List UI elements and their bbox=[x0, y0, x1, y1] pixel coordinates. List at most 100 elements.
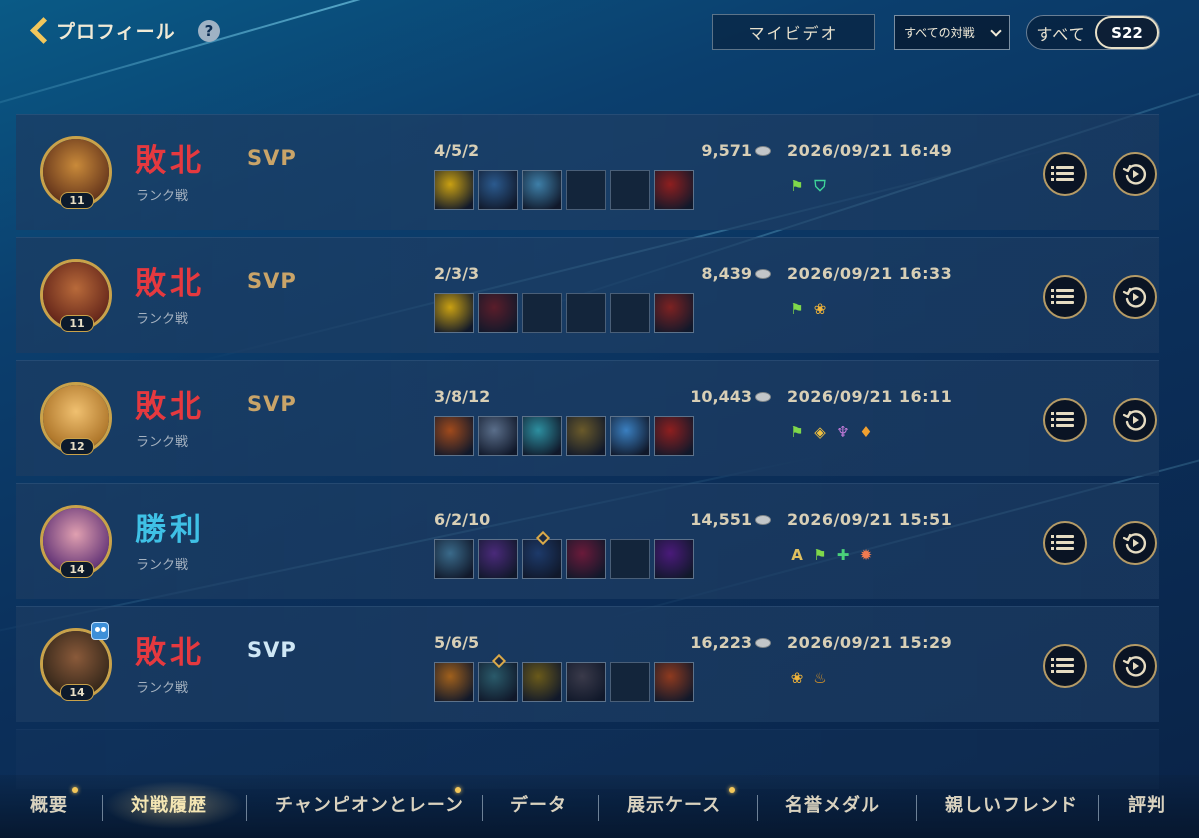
replay-button[interactable] bbox=[1113, 152, 1157, 196]
match-filter-value: すべての対戦 bbox=[904, 26, 975, 40]
item-icon bbox=[478, 416, 518, 456]
gold-icon bbox=[755, 391, 771, 402]
item-build bbox=[434, 170, 694, 210]
match-date: 2026/09/21 bbox=[787, 264, 893, 283]
champion-level: 11 bbox=[60, 315, 94, 332]
heal-icon: ✚ bbox=[836, 546, 850, 564]
match-detail-button[interactable] bbox=[1043, 521, 1087, 565]
match-datetime: 2026/09/21 16:33 bbox=[787, 264, 952, 283]
match-detail-button[interactable] bbox=[1043, 275, 1087, 319]
match-mode: ランク戦 bbox=[136, 189, 189, 204]
kda: 2/3/3 bbox=[434, 264, 480, 283]
match-mode: ランク戦 bbox=[136, 558, 189, 573]
tab-close-friends[interactable]: 親しいフレンド bbox=[945, 791, 1078, 817]
item-icon bbox=[654, 416, 694, 456]
item-icon bbox=[478, 170, 518, 210]
nav-divider bbox=[102, 795, 103, 821]
match-row[interactable]: 12 敗北 ランク戦 SVP 3/8/12 10,443 2026/09/21 16:11 ⚑… bbox=[16, 360, 1159, 476]
season-current-option[interactable]: S22 bbox=[1095, 16, 1159, 49]
item-icon bbox=[434, 293, 474, 333]
champion-level: 14 bbox=[60, 684, 94, 701]
item-icon bbox=[434, 539, 474, 579]
match-detail-button[interactable] bbox=[1043, 644, 1087, 688]
gold-icon bbox=[755, 514, 771, 525]
match-datetime: 2026/09/21 16:11 bbox=[787, 387, 952, 406]
match-datetime: 2026/09/21 15:51 bbox=[787, 510, 952, 529]
notification-dot bbox=[72, 787, 78, 793]
season-all-option[interactable]: すべて bbox=[1027, 21, 1095, 45]
flag-icon: ⚑ bbox=[790, 423, 804, 441]
top-bar: プロフィール ? マイビデオ すべての対戦 すべて S22 bbox=[0, 0, 1199, 70]
match-time: 16:33 bbox=[898, 264, 953, 283]
match-result: 敗北 bbox=[135, 389, 205, 425]
match-result: 敗北 bbox=[135, 143, 205, 179]
a-grade-icon: A bbox=[791, 546, 803, 564]
gold-icon bbox=[755, 268, 771, 279]
match-detail-button[interactable] bbox=[1043, 398, 1087, 442]
gold-value: 10,443 bbox=[690, 387, 752, 406]
match-row[interactable]: 11 敗北 ランク戦 SVP 2/3/3 8,439 2026/09/21 16:33 ⚑ ❀ bbox=[16, 237, 1159, 353]
season-toggle[interactable]: すべて S22 bbox=[1026, 15, 1160, 50]
kda: 4/5/2 bbox=[434, 141, 480, 160]
nav-divider bbox=[1098, 795, 1099, 821]
gold-earned: 8,439 bbox=[701, 264, 771, 283]
tab-data[interactable]: データ bbox=[510, 791, 567, 817]
item-icon bbox=[434, 170, 474, 210]
list-icon bbox=[1051, 535, 1074, 551]
help-icon[interactable]: ? bbox=[198, 20, 220, 42]
match-row[interactable]: 14 勝利 ランク戦 6/2/10 14,551 2026/09/21 15:51 A ⚑ ✚ ✹ bbox=[16, 483, 1159, 599]
svp-label: SVP bbox=[247, 638, 297, 662]
kda: 6/2/10 bbox=[434, 510, 491, 529]
match-time: 15:29 bbox=[898, 633, 953, 652]
tab-honor-medals[interactable]: 名誉メダル bbox=[785, 791, 880, 817]
item-icon bbox=[654, 662, 694, 702]
match-row[interactable]: 11 敗北 ランク戦 SVP 4/5/2 9,571 2026/09/21 16:49 ⚑ ⛉ bbox=[16, 114, 1159, 230]
tab-champion-lane[interactable]: チャンピオンとレーン bbox=[275, 791, 464, 817]
achievement-badges: ⚑ ❀ bbox=[787, 299, 830, 319]
gold-value: 14,551 bbox=[690, 510, 752, 529]
nav-divider bbox=[482, 795, 483, 821]
kda: 3/8/12 bbox=[434, 387, 491, 406]
replay-button[interactable] bbox=[1113, 644, 1157, 688]
replay-icon bbox=[1122, 287, 1147, 308]
gold-earned: 14,551 bbox=[690, 510, 771, 529]
item-icon bbox=[434, 416, 474, 456]
match-row[interactable]: 14 敗北 ランク戦 SVP 5/6/5 16,223 2026/09/21 15:29 ❀ ♨ bbox=[16, 606, 1159, 722]
item-icon bbox=[522, 170, 562, 210]
back-chevron-icon bbox=[30, 16, 46, 44]
notification-dot bbox=[455, 787, 461, 793]
replay-button[interactable] bbox=[1113, 275, 1157, 319]
item-icon bbox=[610, 416, 650, 456]
party-icon bbox=[91, 622, 109, 640]
lotus-icon: ❀ bbox=[790, 669, 804, 687]
match-filter-select[interactable]: すべての対戦 bbox=[894, 15, 1010, 50]
tab-reputation[interactable]: 評判 bbox=[1128, 791, 1166, 817]
match-time: 16:11 bbox=[898, 387, 953, 406]
list-icon bbox=[1051, 289, 1074, 305]
tab-showcase[interactable]: 展示ケース bbox=[627, 791, 721, 817]
my-video-button[interactable]: マイビデオ bbox=[712, 14, 875, 50]
dragon-icon: ✹ bbox=[859, 546, 873, 564]
item-icon bbox=[478, 293, 518, 333]
nav-divider bbox=[757, 795, 758, 821]
back-button[interactable]: プロフィール bbox=[30, 12, 176, 48]
match-detail-button[interactable] bbox=[1043, 152, 1087, 196]
tab-match-history[interactable]: 対戦履歴 bbox=[131, 791, 207, 817]
match-datetime: 2026/09/21 16:49 bbox=[787, 141, 952, 160]
champion-level: 12 bbox=[60, 438, 94, 455]
item-slot-empty bbox=[522, 293, 562, 333]
replay-button[interactable] bbox=[1113, 521, 1157, 565]
bottom-nav: 概要 対戦履歴 チャンピオンとレーン データ 展示ケース 名誉メダル 親しいフレ… bbox=[0, 775, 1199, 838]
nav-divider bbox=[916, 795, 917, 821]
tab-overview[interactable]: 概要 bbox=[30, 791, 68, 817]
match-date: 2026/09/21 bbox=[787, 633, 893, 652]
item-icon bbox=[566, 662, 606, 702]
replay-button[interactable] bbox=[1113, 398, 1157, 442]
match-date: 2026/09/21 bbox=[787, 387, 893, 406]
match-result: 敗北 bbox=[135, 635, 205, 671]
kda: 5/6/5 bbox=[434, 633, 480, 652]
achievement-badges: ⚑ ⛉ bbox=[787, 176, 830, 196]
item-slot-empty bbox=[566, 293, 606, 333]
shield-icon: ⛉ bbox=[814, 177, 826, 195]
match-result: 勝利 bbox=[135, 512, 205, 548]
